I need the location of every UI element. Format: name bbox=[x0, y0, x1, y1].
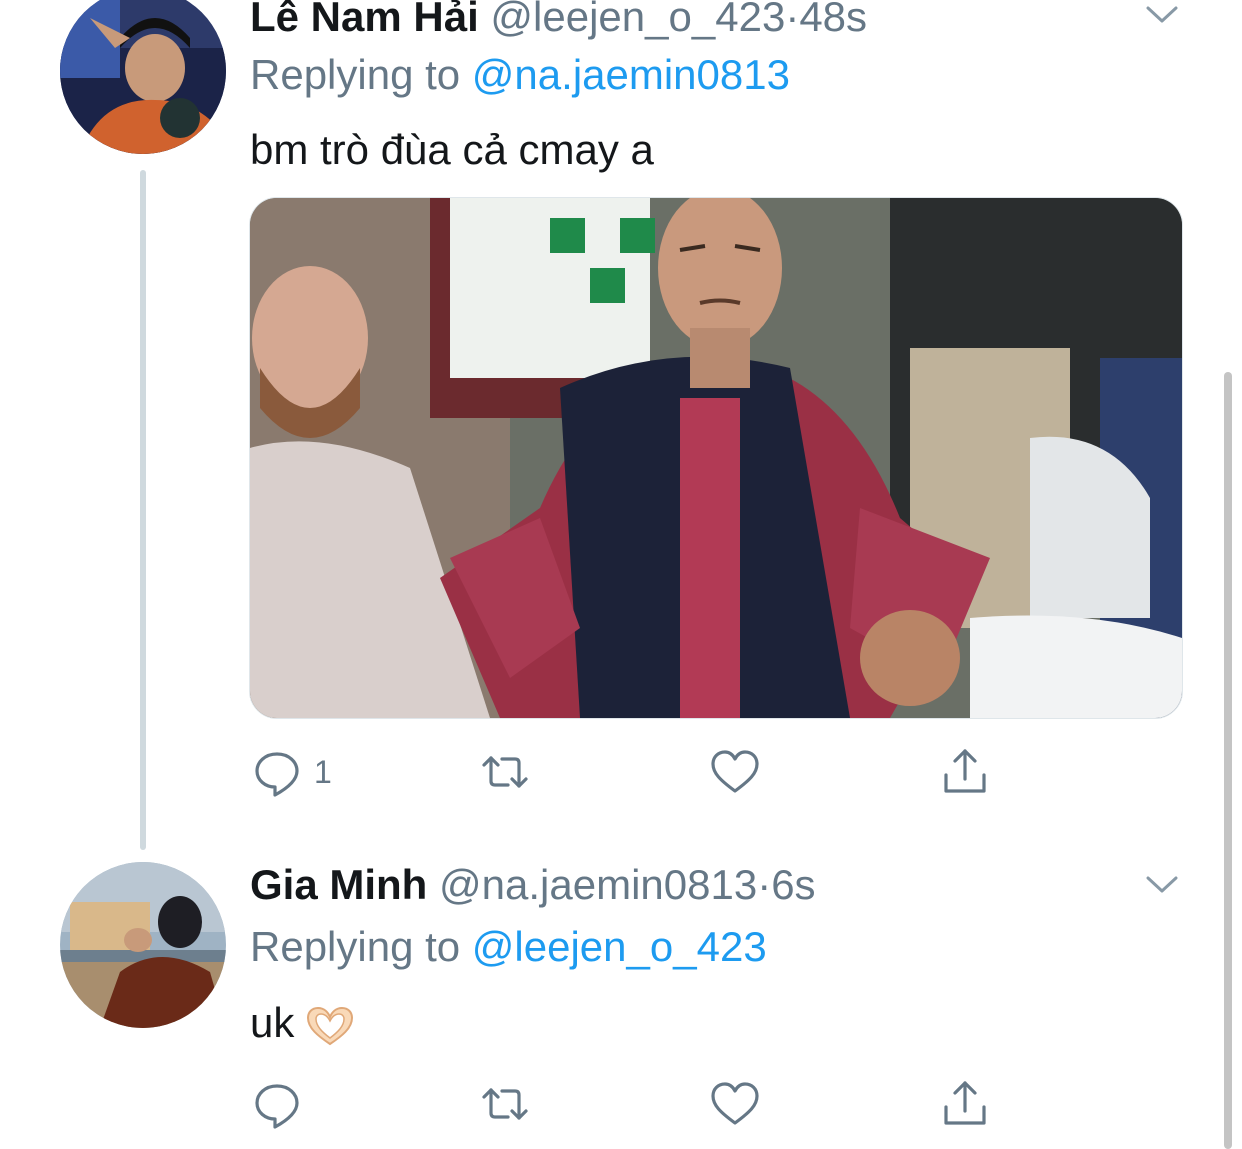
tweet-2[interactable]: Gia Minh @na.jaemin0813·6s Replying to @… bbox=[0, 850, 1242, 1149]
reply-count: 1 bbox=[314, 753, 332, 790]
tweet-text: bm trò đùa cả cmay a bbox=[250, 126, 654, 173]
reply-icon bbox=[255, 752, 299, 797]
mention-link[interactable]: @na.jaemin0813 bbox=[472, 51, 790, 98]
tweet-text: uk bbox=[250, 999, 295, 1046]
replying-label: Replying to bbox=[250, 923, 461, 970]
reply-button[interactable] bbox=[250, 1074, 314, 1134]
reply-button[interactable]: 1 bbox=[250, 742, 332, 802]
user-avatar[interactable] bbox=[60, 862, 226, 1028]
like-button[interactable] bbox=[708, 742, 762, 802]
replying-to-line: Replying to @na.jaemin0813 bbox=[250, 50, 790, 100]
separator-dot: · bbox=[757, 861, 772, 908]
replying-to-line: Replying to @leejen_o_423 bbox=[250, 922, 767, 972]
tweet-header: Gia Minh @na.jaemin0813·6s bbox=[250, 860, 816, 910]
username-handle[interactable]: @leejen_o_423 bbox=[490, 0, 785, 40]
tweet-actions bbox=[250, 1074, 1010, 1134]
retweet-button[interactable] bbox=[478, 1074, 532, 1134]
display-name[interactable]: Lê Nam Hải bbox=[250, 0, 479, 40]
timestamp[interactable]: 6s bbox=[771, 861, 815, 908]
share-icon bbox=[944, 749, 986, 793]
share-button[interactable] bbox=[938, 742, 992, 802]
tweet-media-image[interactable] bbox=[249, 197, 1183, 719]
retweet-icon bbox=[482, 756, 528, 788]
display-name[interactable]: Gia Minh bbox=[250, 861, 427, 908]
share-button[interactable] bbox=[938, 1074, 992, 1134]
chevron-down-icon[interactable] bbox=[1142, 864, 1182, 904]
share-icon bbox=[944, 1081, 986, 1125]
scrollbar-thumb[interactable] bbox=[1224, 372, 1232, 1149]
username-handle[interactable]: @na.jaemin0813 bbox=[439, 861, 757, 908]
retweet-button[interactable] bbox=[478, 742, 532, 802]
tweet-1[interactable]: Lê Nam Hải @leejen_o_423·48s Replying to… bbox=[0, 0, 1242, 850]
chevron-down-icon[interactable] bbox=[1142, 0, 1182, 34]
replying-label: Replying to bbox=[250, 51, 461, 98]
mention-link[interactable]: @leejen_o_423 bbox=[472, 923, 767, 970]
tweet-header: Lê Nam Hải @leejen_o_423·48s bbox=[250, 0, 867, 42]
heart-icon bbox=[711, 1082, 759, 1125]
reply-icon bbox=[255, 1084, 299, 1129]
heart-hands-emoji-icon bbox=[307, 1006, 354, 1046]
heart-icon bbox=[711, 750, 759, 793]
retweet-icon bbox=[482, 1088, 528, 1120]
separator-dot: · bbox=[785, 0, 800, 40]
like-button[interactable] bbox=[708, 1074, 762, 1134]
tweet-text-line: uk bbox=[250, 998, 360, 1048]
tweet-actions: 1 bbox=[250, 742, 1010, 802]
timestamp[interactable]: 48s bbox=[799, 0, 867, 40]
user-avatar[interactable] bbox=[60, 0, 226, 154]
